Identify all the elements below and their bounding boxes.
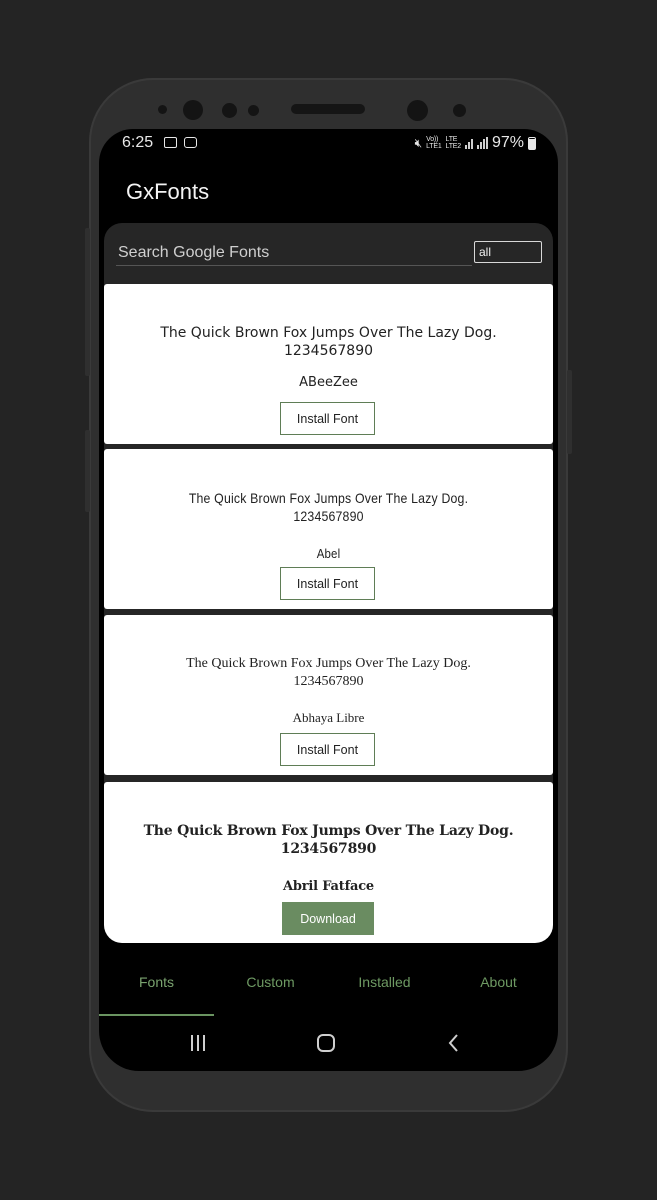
screen: 6:25 🔇︎ Vo))LTE1 LTELTE2 97% GxFonts all…	[99, 129, 558, 1071]
font-card-abril-fatface: The Quick Brown Fox Jumps Over The Lazy …	[104, 782, 553, 943]
status-bar: 6:25 🔇︎ Vo)) LTE1 LTE LTE2 97%	[99, 129, 558, 159]
font-name: ABeeZee	[299, 375, 358, 390]
sensor-dot	[158, 105, 167, 114]
lte-indicator: LTE LTE2	[445, 136, 462, 150]
sensor-dot	[453, 104, 466, 117]
volume-button	[85, 228, 90, 376]
sensor-dot	[248, 105, 259, 116]
tab-about[interactable]: About	[441, 963, 556, 1017]
tab-fonts[interactable]: Fonts	[99, 963, 214, 1017]
category-filter[interactable]: all	[474, 241, 542, 263]
download-button[interactable]: Download	[282, 902, 374, 935]
font-sample: The Quick Brown Fox Jumps Over The Lazy …	[160, 325, 497, 359]
tab-installed[interactable]: Installed	[327, 963, 442, 1017]
font-card-abhaya-libre: The Quick Brown Fox Jumps Over The Lazy …	[104, 615, 553, 775]
system-nav-bar	[99, 1019, 558, 1071]
earpiece-speaker	[291, 104, 365, 114]
status-indicators: 🔇︎ Vo)) LTE1 LTE LTE2 97%	[415, 134, 536, 152]
sensor-dot	[222, 103, 237, 118]
battery-percent: 97%	[491, 134, 524, 151]
app-title: GxFonts	[126, 179, 210, 204]
front-camera	[183, 100, 203, 120]
active-tab-indicator	[99, 1014, 214, 1016]
mute-icon: 🔇︎	[414, 135, 423, 150]
back-icon[interactable]	[424, 1023, 484, 1063]
vol-lte-indicator: Vo)) LTE1	[426, 136, 442, 150]
home-icon[interactable]	[296, 1023, 356, 1063]
tab-custom[interactable]: Custom	[213, 963, 328, 1017]
recents-icon[interactable]	[168, 1023, 228, 1063]
font-name: Abril Fatface	[283, 879, 374, 894]
battery-icon	[528, 136, 536, 150]
bottom-tabs: Fonts Custom Installed About	[99, 963, 558, 1017]
iris-camera	[407, 100, 428, 121]
font-sample: The Quick Brown Fox Jumps Over The Lazy …	[143, 823, 514, 857]
signal-icon	[464, 137, 473, 149]
bixby-button	[85, 430, 90, 512]
power-button	[567, 370, 572, 454]
font-sample: The Quick Brown Fox Jumps Over The Lazy …	[186, 656, 471, 689]
status-time: 6:25	[122, 134, 154, 151]
install-font-button[interactable]: Install Font	[280, 402, 375, 435]
font-name: Abhaya Libre	[292, 710, 365, 725]
install-font-button[interactable]: Install Font	[280, 733, 375, 766]
fonts-panel: all The Quick Brown Fox Jumps Over The L…	[104, 223, 553, 943]
search-row: all	[104, 223, 553, 283]
signal-icon	[476, 137, 488, 149]
font-sample: The Quick Brown Fox Jumps Over The Lazy …	[188, 490, 469, 524]
wifi-icon	[184, 137, 197, 148]
search-input[interactable]	[116, 241, 472, 266]
install-font-button[interactable]: Install Font	[280, 567, 375, 600]
font-name: Abel	[316, 546, 341, 561]
font-card-abeezee: The Quick Brown Fox Jumps Over The Lazy …	[104, 284, 553, 444]
gallery-icon	[164, 137, 177, 148]
font-card-abel: The Quick Brown Fox Jumps Over The Lazy …	[104, 449, 553, 609]
